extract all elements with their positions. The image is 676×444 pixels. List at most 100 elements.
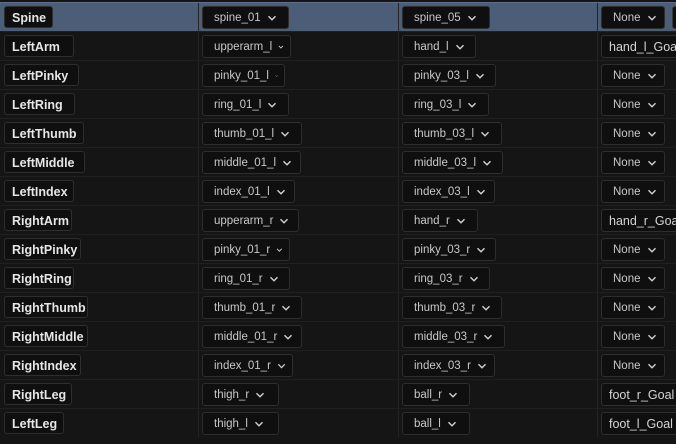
chain-row[interactable]: RightMiddle middle_01_r middle_03_r None [0, 321, 676, 350]
chevron-down-icon [484, 334, 493, 340]
end-bone-dropdown[interactable]: thumb_03_l [402, 122, 502, 145]
ik-goal-dropdown[interactable]: None [601, 122, 665, 145]
chain-row[interactable]: LeftLeg thigh_l ball_l foot_l_Goal [0, 408, 676, 437]
end-bone-dropdown[interactable]: index_03_l [402, 180, 495, 203]
ik-goal-dropdown[interactable]: foot_l_Goal [601, 412, 676, 435]
start-bone-dropdown[interactable]: thigh_l [202, 412, 279, 435]
chain-row[interactable]: RightLeg thigh_r ball_r foot_r_Goal [0, 379, 676, 408]
ik-goal-dropdown[interactable]: hand_r_Goal [601, 209, 676, 232]
ik-goal-dropdown-value: None [613, 98, 641, 111]
chevron-down-icon [647, 131, 656, 137]
chain-row[interactable]: RightArm upperarm_r hand_r hand_r_Goal [0, 205, 676, 234]
start-bone-dropdown-value: ring_01_r [214, 272, 263, 285]
end-bone-dropdown[interactable]: ball_r [402, 383, 470, 406]
column-divider [597, 148, 598, 176]
end-bone-dropdown[interactable]: middle_03_l [402, 151, 503, 174]
chain-name-label: RightPinky [4, 238, 81, 260]
ik-goal-dropdown[interactable]: None [601, 64, 665, 87]
start-bone-dropdown-value: pinky_01_r [214, 243, 271, 256]
start-bone-dropdown-value: middle_01_r [214, 330, 278, 343]
ik-goal-dropdown[interactable]: None [601, 151, 665, 174]
start-bone-dropdown[interactable]: middle_01_l [202, 151, 301, 174]
column-divider [597, 409, 598, 437]
end-bone-dropdown[interactable]: pinky_03_l [402, 64, 496, 87]
ik-goal-dropdown[interactable]: foot_r_Goal [601, 383, 676, 406]
chain-name-label: RightIndex [4, 354, 81, 376]
start-bone-dropdown-value: thigh_r [214, 388, 250, 401]
ik-goal-dropdown-value: None [613, 156, 641, 169]
column-divider [398, 206, 399, 234]
chain-row[interactable]: RightRing ring_01_r ring_03_r None [0, 263, 676, 292]
ik-goal-dropdown[interactable]: hand_l_Goal [601, 35, 676, 58]
chain-row[interactable]: RightThumb thumb_01_r thumb_03_r None [0, 292, 676, 321]
start-bone-dropdown[interactable]: ring_01_r [202, 267, 290, 290]
start-bone-dropdown[interactable]: pinky_01_l [202, 64, 285, 87]
ik-goal-dropdown[interactable]: None [601, 93, 665, 116]
start-bone-dropdown[interactable]: index_01_r [202, 354, 293, 377]
ik-goal-dropdown[interactable]: None [601, 354, 665, 377]
start-bone-dropdown[interactable]: index_01_l [202, 180, 295, 203]
chain-row[interactable]: LeftArm upperarm_l hand_l hand_l_Goal [0, 31, 676, 60]
end-bone-dropdown[interactable]: ring_03_r [402, 267, 490, 290]
end-bone-dropdown[interactable]: hand_l [402, 35, 476, 58]
start-bone-dropdown[interactable]: upperarm_l [202, 35, 291, 58]
end-bone-dropdown-value: ball_l [414, 417, 441, 430]
end-bone-dropdown[interactable]: ball_l [402, 412, 470, 435]
ik-goal-dropdown[interactable]: None [601, 180, 665, 203]
column-divider [398, 148, 399, 176]
chevron-down-icon [456, 218, 465, 224]
start-bone-dropdown[interactable]: middle_01_r [202, 325, 302, 348]
chain-name-label: LeftLeg [4, 412, 64, 434]
chain-row[interactable]: LeftIndex index_01_l index_03_l None [0, 176, 676, 205]
end-bone-dropdown[interactable]: thumb_03_r [402, 296, 502, 319]
chain-row[interactable]: LeftRing ring_01_l ring_03_l None [0, 89, 676, 118]
chain-row[interactable]: LeftThumb thumb_01_l thumb_03_l None [0, 118, 676, 147]
start-bone-dropdown[interactable]: upperarm_r [202, 209, 299, 232]
start-bone-dropdown[interactable]: ring_01_l [202, 93, 289, 116]
end-bone-dropdown[interactable]: pinky_03_r [402, 238, 496, 261]
ik-goal-dropdown[interactable]: None [601, 325, 665, 348]
end-bone-dropdown[interactable]: middle_03_r [402, 325, 505, 348]
end-bone-dropdown[interactable]: ring_03_l [402, 93, 489, 116]
ik-goal-dropdown-value: None [613, 11, 641, 24]
chain-name-label: LeftRing [4, 93, 75, 115]
chevron-down-icon [483, 160, 492, 166]
chevron-down-icon [283, 160, 292, 166]
start-bone-dropdown-value: ring_01_l [214, 98, 262, 111]
column-divider [597, 322, 598, 350]
chevron-down-icon [269, 276, 278, 282]
start-bone-dropdown[interactable]: thumb_01_l [202, 122, 302, 145]
end-bone-dropdown[interactable]: index_03_r [402, 354, 495, 377]
column-divider [597, 351, 598, 379]
column-divider [398, 235, 399, 263]
chain-row[interactable]: RightIndex index_01_r index_03_r None [0, 350, 676, 379]
column-divider [597, 61, 598, 89]
ik-goal-dropdown-value: None [613, 272, 641, 285]
end-bone-dropdown[interactable]: spine_05 [402, 6, 490, 29]
ik-goal-dropdown-value: None [613, 359, 641, 372]
chevron-down-icon [477, 247, 486, 253]
chain-row[interactable]: Spine spine_01 spine_05 None [0, 2, 676, 31]
end-bone-dropdown[interactable]: hand_r [402, 209, 478, 232]
ik-goal-dropdown[interactable]: None [601, 6, 665, 29]
chevron-down-icon [281, 131, 290, 137]
chevron-down-icon [475, 73, 484, 79]
start-bone-dropdown[interactable]: spine_01 [202, 6, 289, 29]
row-option-button[interactable] [672, 6, 676, 29]
chain-name-label: Spine [4, 6, 53, 28]
chain-row[interactable]: LeftMiddle middle_01_l middle_03_l None [0, 147, 676, 176]
ik-goal-dropdown[interactable]: None [601, 267, 665, 290]
end-bone-dropdown-value: ring_03_r [414, 272, 463, 285]
column-divider [597, 206, 598, 234]
ik-goal-dropdown[interactable]: None [601, 296, 665, 319]
retarget-chain-table: Spine spine_01 spine_05 None LeftArm upperarm… [0, 0, 676, 444]
start-bone-dropdown[interactable]: pinky_01_r [202, 238, 290, 261]
start-bone-dropdown[interactable]: thumb_01_r [202, 296, 302, 319]
column-divider [198, 3, 199, 31]
chain-name-label: RightArm [4, 209, 72, 231]
chain-row[interactable]: RightPinky pinky_01_r pinky_03_r None [0, 234, 676, 263]
chain-row[interactable]: LeftPinky pinky_01_l pinky_03_l None [0, 60, 676, 89]
ik-goal-dropdown[interactable]: None [601, 238, 665, 261]
ik-goal-dropdown-value: hand_l_Goal [609, 39, 676, 54]
start-bone-dropdown[interactable]: thigh_r [202, 383, 279, 406]
